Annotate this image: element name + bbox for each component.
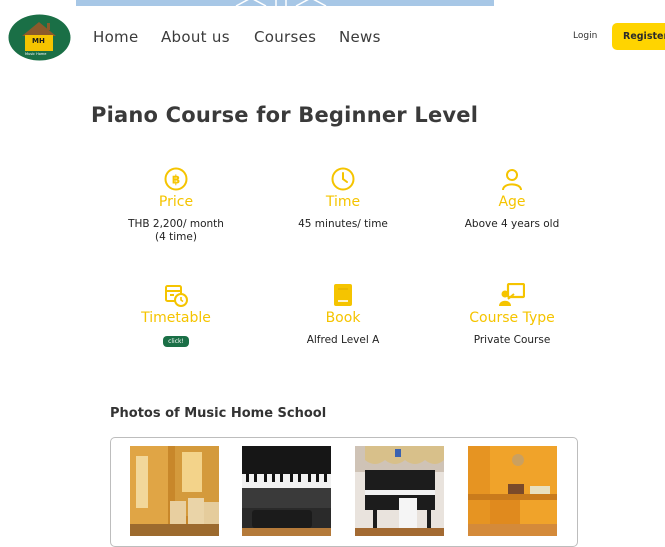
time-value: 45 minutes/ time — [298, 218, 388, 230]
price-label: Price — [158, 194, 194, 210]
nav-courses[interactable]: Courses — [254, 28, 316, 46]
info-course-type: Course Type Private Course — [437, 283, 587, 347]
book-value: Alfred Level A — [306, 334, 380, 346]
register-button[interactable]: Register — [612, 23, 665, 50]
svg-text:฿: ฿ — [172, 173, 180, 187]
gallery-photo-upright-piano[interactable] — [355, 446, 444, 536]
top-banner-strip — [76, 0, 494, 6]
timetable-click-button[interactable]: click! — [163, 336, 189, 347]
baht-coin-icon: ฿ — [164, 167, 188, 191]
banner-decoration-icon — [235, 0, 327, 6]
info-age: Age Above 4 years old — [437, 167, 587, 231]
info-book: Book Alfred Level A — [268, 283, 418, 347]
photos-section-title: Photos of Music Home School — [110, 406, 327, 421]
age-label: Age — [498, 194, 526, 210]
course-type-value: Private Course — [473, 334, 551, 346]
age-value: Above 4 years old — [464, 218, 560, 230]
clock-icon — [331, 167, 355, 191]
gallery-photo-hallway[interactable] — [130, 446, 219, 536]
calendar-clock-icon — [165, 285, 188, 307]
logo-subtext: Music Home — [25, 52, 47, 56]
nav-home[interactable]: Home — [93, 28, 139, 46]
logo-text: MH — [32, 37, 45, 45]
nav-news[interactable]: News — [339, 28, 381, 46]
nav-about-us[interactable]: About us — [161, 28, 230, 46]
photo-gallery — [110, 437, 578, 547]
course-type-label: Course Type — [469, 310, 555, 326]
info-timetable: Timetable click! — [101, 283, 251, 347]
info-price: ฿ Price THB 2,200/ month (4 time) — [101, 167, 251, 244]
music-home-logo[interactable]: MH Music Home — [8, 14, 71, 61]
gallery-photo-reception[interactable] — [468, 446, 557, 536]
page-title: Piano Course for Beginner Level — [91, 103, 479, 127]
price-value: THB 2,200/ month (4 time) — [128, 218, 224, 243]
info-time: Time 45 minutes/ time — [268, 167, 418, 231]
login-link[interactable]: Login — [573, 31, 597, 41]
book-icon — [334, 284, 352, 306]
user-icon — [502, 169, 522, 191]
gallery-photo-grand-piano[interactable] — [242, 446, 331, 536]
book-label: Book — [325, 310, 361, 326]
time-label: Time — [325, 194, 361, 210]
teacher-board-icon — [499, 283, 525, 306]
timetable-label: Timetable — [141, 310, 211, 326]
